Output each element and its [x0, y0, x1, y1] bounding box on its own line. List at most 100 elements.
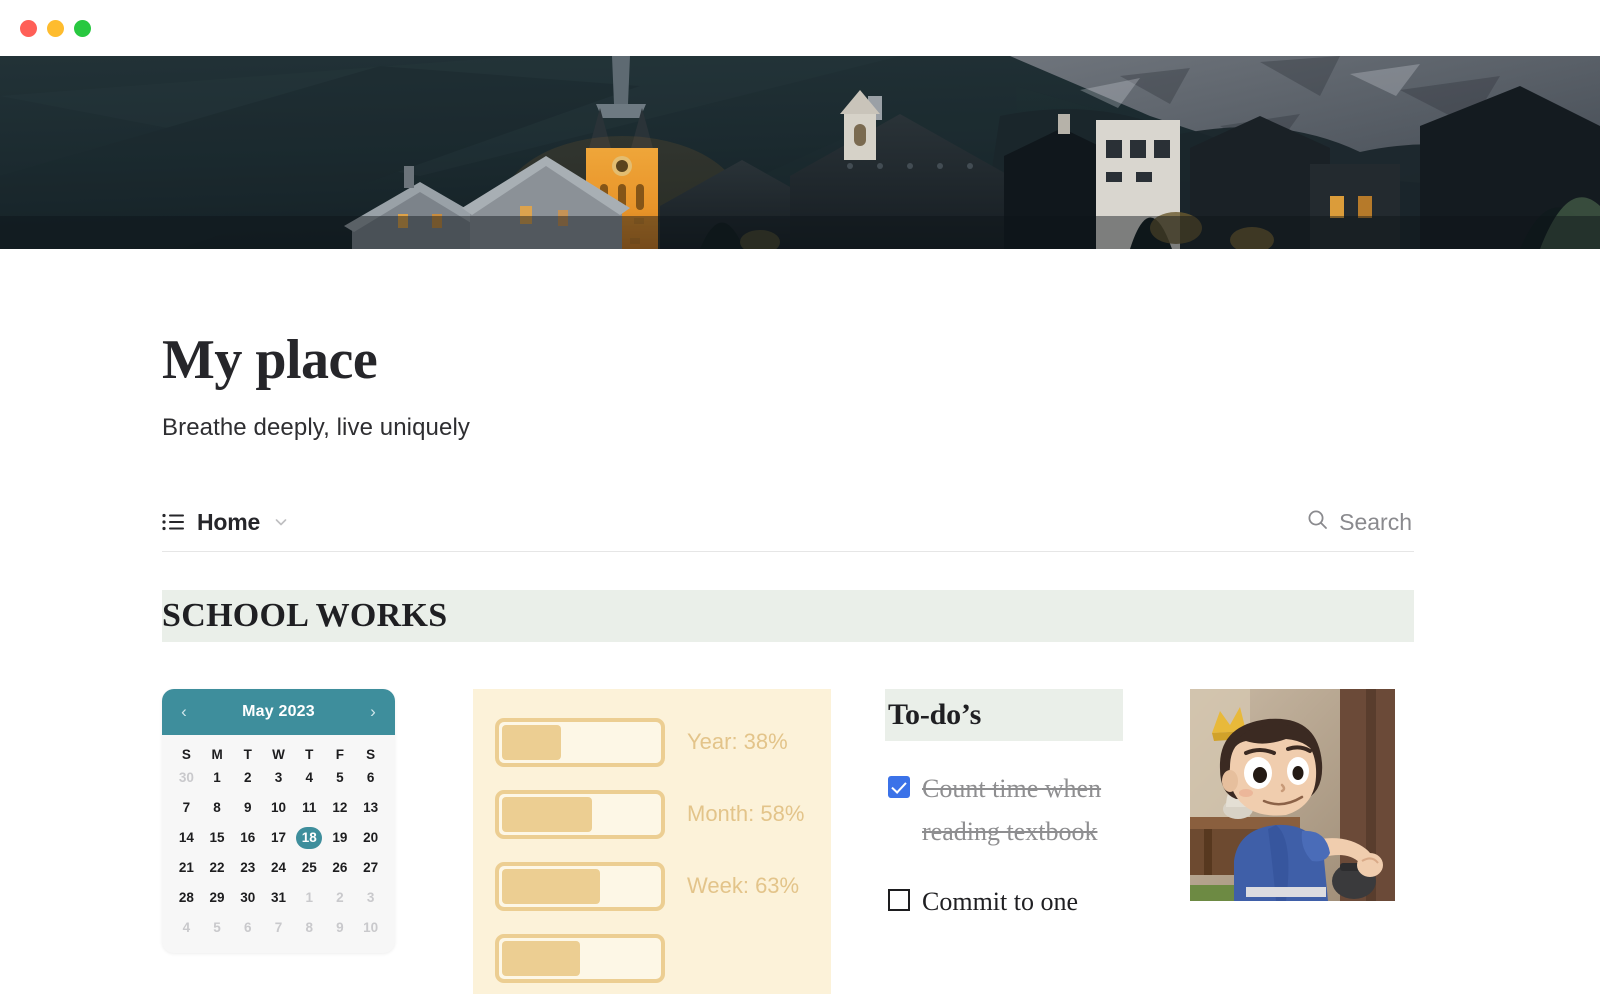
calendar-day[interactable]: 15: [204, 827, 230, 849]
view-name-label: Home: [197, 508, 261, 535]
calendar-day[interactable]: 21: [173, 857, 199, 879]
todo-checkbox-checked[interactable]: [888, 775, 910, 798]
calendar-day[interactable]: 10: [358, 917, 384, 939]
calendar-day[interactable]: 12: [327, 797, 353, 819]
calendar-day[interactable]: 10: [265, 797, 291, 819]
calendar-day[interactable]: 11: [296, 797, 322, 819]
calendar-day[interactable]: 1: [296, 887, 322, 909]
todo-item-label[interactable]: Count time when reading textbook: [922, 767, 1123, 854]
calendar-day[interactable]: 9: [327, 917, 353, 939]
view-selector[interactable]: Home: [162, 509, 289, 536]
maximize-window-button[interactable]: [74, 19, 91, 37]
calendar-widget[interactable]: ‹ May 2023 › SMTWTFS 30 1 2 3 4 5 6 7 8 9 10 11 12 13…: [162, 688, 395, 953]
progress-label: Year: 38%: [687, 729, 788, 755]
calendar-day[interactable]: 8: [204, 797, 230, 819]
progress-widget: Year: 38% Month: 58% Week: 63%: [473, 688, 831, 994]
calendar-day[interactable]: 3: [358, 887, 384, 909]
progress-fill: [502, 868, 601, 904]
calendar-day[interactable]: 24: [265, 857, 291, 879]
widgets-row: ‹ May 2023 › SMTWTFS 30 1 2 3 4 5 6 7 8 9 10 11 12 13…: [162, 688, 1442, 994]
calendar-next-month-button[interactable]: ›: [366, 703, 380, 720]
calendar-day-grid[interactable]: 30 1 2 3 4 5 6 7 8 9 10 11 12 13 14 15 16 17 18 19 20 21 22 23 2…: [171, 767, 386, 939]
image-card: [1190, 688, 1395, 901]
calendar-day[interactable]: 9: [235, 797, 261, 819]
calendar-day[interactable]: 7: [173, 797, 199, 819]
search-icon: [1307, 509, 1328, 535]
section-header-school-works: SCHOOL WORKS: [162, 589, 1414, 642]
progress-fill: [502, 940, 580, 976]
calendar-day[interactable]: 26: [327, 857, 353, 879]
progress-label: Month: 58%: [687, 801, 805, 827]
progress-row: Month: 58%: [495, 789, 809, 839]
calendar-day[interactable]: 8: [296, 917, 322, 939]
calendar-day[interactable]: 7: [265, 917, 291, 939]
todo-item: Count time when reading textbook: [885, 767, 1123, 854]
calendar-day[interactable]: 22: [204, 857, 230, 879]
list-icon: [162, 513, 184, 531]
todo-item-label[interactable]: Commit to one: [922, 880, 1078, 924]
calendar-day[interactable]: 20: [358, 827, 384, 849]
page-subtitle: Breathe deeply, live uniquely: [162, 413, 470, 441]
calendar-day[interactable]: 17: [265, 827, 291, 849]
calendar-day[interactable]: 19: [327, 827, 353, 849]
calendar-day-selected[interactable]: 18: [296, 826, 323, 849]
calendar-prev-month-button[interactable]: ‹: [177, 703, 191, 720]
anime-character-illustration: [1190, 688, 1395, 901]
calendar-weekday-1: M: [211, 746, 223, 762]
progress-bar-list: Year: 38% Month: 58% Week: 63%: [495, 717, 809, 983]
progress-track: [495, 933, 665, 983]
calendar-day[interactable]: 23: [235, 857, 261, 879]
calendar-day[interactable]: 28: [173, 887, 199, 909]
progress-row: Year: 38%: [495, 717, 809, 767]
calendar-day[interactable]: 27: [358, 857, 384, 879]
todo-list: Count time when reading textbook Commit t…: [885, 767, 1123, 924]
progress-track: [495, 789, 665, 839]
calendar-weekday-0: S: [181, 746, 191, 762]
calendar-day[interactable]: 14: [173, 827, 199, 849]
calendar-day[interactable]: 16: [235, 827, 261, 849]
progress-fill: [502, 724, 562, 760]
calendar-weekday-header: SMTWTFS: [171, 747, 386, 767]
calendar-day[interactable]: 31: [265, 887, 291, 909]
calendar-day[interactable]: 29: [204, 887, 230, 909]
calendar-day[interactable]: 2: [327, 887, 353, 909]
calendar-day[interactable]: 1: [204, 767, 230, 789]
calendar-day[interactable]: 30: [173, 767, 199, 789]
calendar-day[interactable]: 6: [235, 917, 261, 939]
page-title: My place: [162, 329, 378, 391]
calendar-weekday-2: T: [243, 746, 252, 762]
progress-row: Week: 63%: [495, 861, 809, 911]
close-window-button[interactable]: [20, 19, 37, 37]
chevron-down-icon[interactable]: [273, 514, 289, 530]
search-button[interactable]: Search: [1307, 509, 1414, 536]
calendar-body: SMTWTFS 30 1 2 3 4 5 6 7 8 9 10 11 12 13 14 15 16 17 18 19 2…: [162, 735, 395, 953]
calendar-header: ‹ May 2023 ›: [162, 688, 395, 735]
progress-label: Week: 63%: [687, 873, 800, 899]
window-title-bar: [0, 0, 1600, 56]
calendar-day[interactable]: 6: [358, 767, 384, 789]
calendar-day[interactable]: 30: [235, 887, 261, 909]
calendar-day[interactable]: 13: [358, 797, 384, 819]
progress-fill: [502, 796, 593, 832]
progress-row-partial: [495, 933, 809, 983]
calendar-day[interactable]: 5: [204, 917, 230, 939]
section-heading: SCHOOL WORKS: [162, 596, 448, 634]
calendar-weekday-5: F: [335, 746, 345, 762]
minimize-window-button[interactable]: [47, 19, 64, 37]
progress-track: [495, 717, 665, 767]
calendar-day[interactable]: 25: [296, 857, 322, 879]
search-label: Search: [1339, 508, 1412, 535]
calendar-day[interactable]: 4: [296, 767, 322, 789]
calendar-day[interactable]: 3: [265, 767, 291, 789]
calendar-month-label: May 2023: [242, 702, 315, 720]
calendar-weekday-3: W: [272, 746, 285, 762]
todo-header: To-do’s: [885, 688, 1123, 741]
hero-illustration: [0, 56, 1600, 249]
todo-heading: To-do’s: [888, 697, 982, 731]
hero-cover-image: [0, 56, 1600, 249]
calendar-day[interactable]: 2: [235, 767, 261, 789]
calendar-day[interactable]: 5: [327, 767, 353, 789]
todo-widget: To-do’s Count time when reading textbook…: [885, 688, 1123, 924]
calendar-day[interactable]: 4: [173, 917, 199, 939]
todo-checkbox-unchecked[interactable]: [888, 889, 910, 912]
